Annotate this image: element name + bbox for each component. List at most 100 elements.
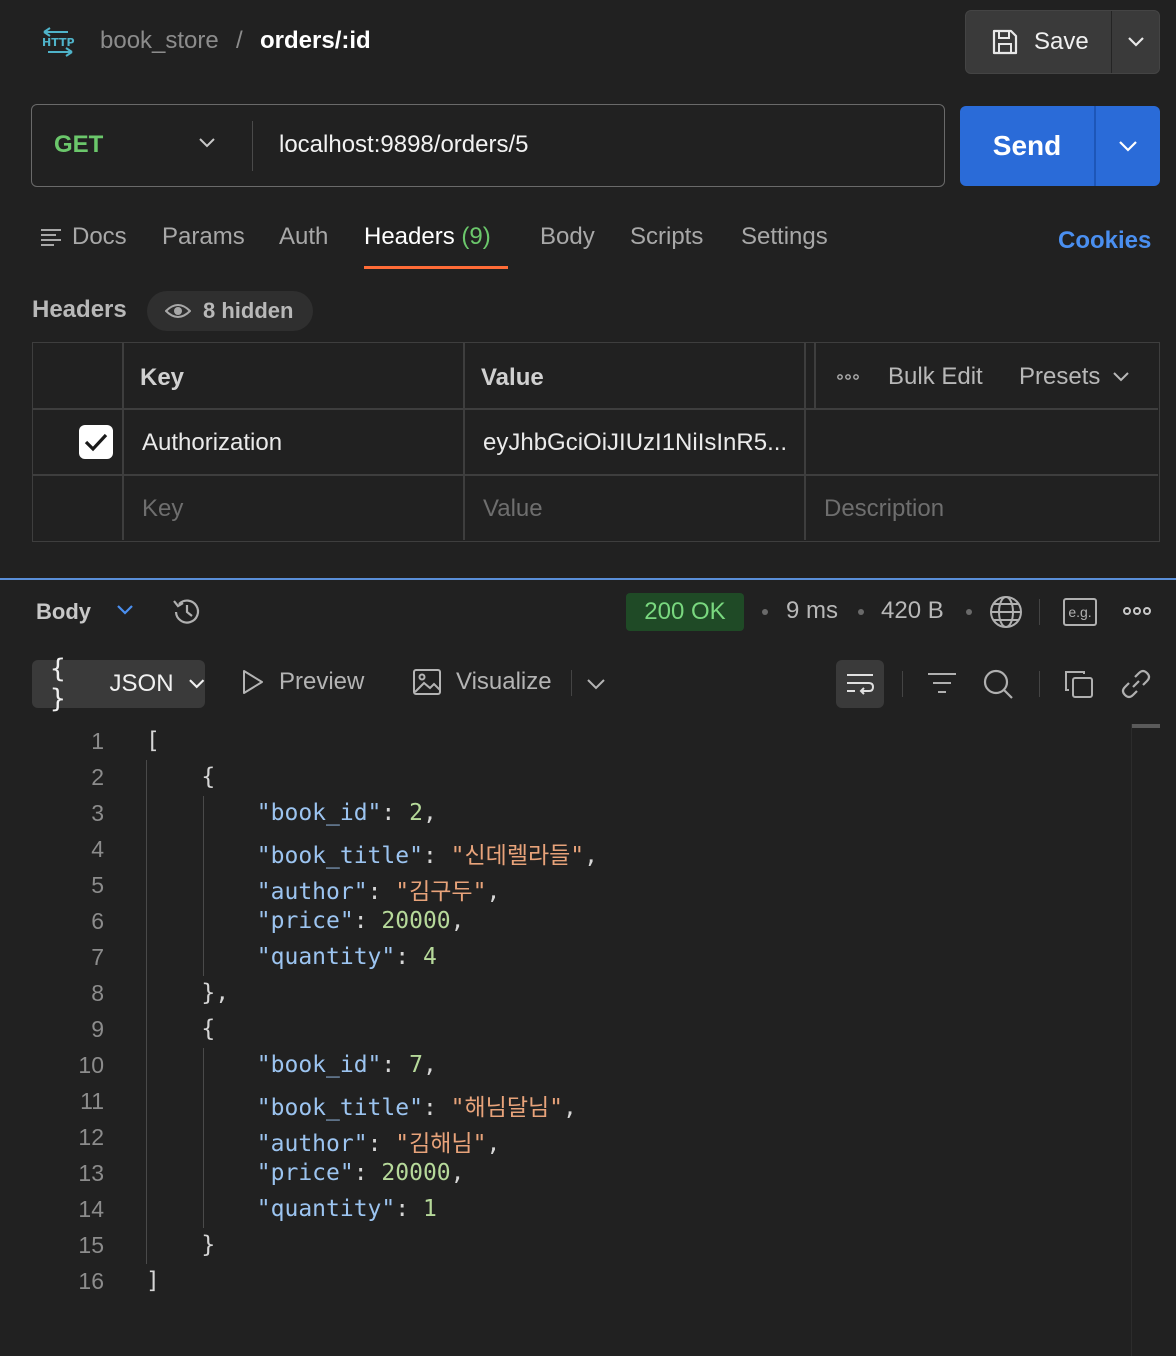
response-time[interactable]: 9 ms xyxy=(786,597,838,625)
save-icon xyxy=(990,27,1020,57)
chevron-down-icon xyxy=(1119,141,1137,152)
scrollbar-thumb[interactable] xyxy=(1132,724,1160,728)
separator-dot xyxy=(966,609,972,615)
breadcrumb-separator: / xyxy=(236,27,243,54)
eye-icon xyxy=(165,304,191,318)
row-divider xyxy=(33,408,1158,410)
column-divider xyxy=(814,343,816,409)
line-number: 2 xyxy=(91,764,104,790)
chevron-down-icon xyxy=(188,679,204,689)
preview-label: Preview xyxy=(279,668,365,695)
divider xyxy=(902,671,903,697)
code-line: "author": "김구두", xyxy=(256,879,501,905)
chevron-down-icon[interactable] xyxy=(586,678,606,690)
column-divider xyxy=(804,343,806,540)
visualize-button[interactable]: Visualize xyxy=(412,668,552,696)
code-line: { xyxy=(146,764,216,790)
tab-headers[interactable]: Headers (9) xyxy=(364,223,491,251)
line-number: 12 xyxy=(78,1124,104,1150)
active-tab-indicator xyxy=(364,266,508,269)
response-size[interactable]: 420 B xyxy=(881,597,944,625)
history-icon[interactable] xyxy=(170,595,204,629)
tab-label: Docs xyxy=(72,223,127,250)
chevron-down-icon[interactable] xyxy=(198,137,216,149)
format-label: JSON xyxy=(109,670,174,697)
chevron-down-icon[interactable] xyxy=(116,604,134,616)
code-line: "quantity": 4 xyxy=(256,944,437,970)
docs-icon xyxy=(41,229,61,246)
http-icon: HTTP xyxy=(40,26,76,58)
line-number: 16 xyxy=(78,1268,104,1294)
headers-table: Key Value Bulk Edit Presets Authorizatio… xyxy=(32,342,1160,542)
indent-guide xyxy=(203,1048,204,1228)
new-description-input[interactable]: Description xyxy=(824,495,944,523)
cookies-link[interactable]: Cookies xyxy=(1058,227,1151,255)
response-section-select[interactable]: Body xyxy=(36,599,91,625)
code-line: [ xyxy=(146,728,160,754)
line-number: 5 xyxy=(91,872,104,898)
new-value-input[interactable]: Value xyxy=(483,495,543,523)
save-button[interactable]: Save xyxy=(966,11,1111,73)
line-number: 4 xyxy=(91,836,104,862)
tab-auth[interactable]: Auth xyxy=(279,223,328,251)
indent-guide xyxy=(203,796,204,976)
tab-docs[interactable]: Docs xyxy=(40,223,127,251)
header-value-cell[interactable]: eyJhbGciOiJIUzI1NiIsInR5... xyxy=(483,429,787,457)
example-button[interactable]: e.g. xyxy=(1063,598,1097,626)
filter-icon[interactable] xyxy=(927,670,957,696)
tab-settings[interactable]: Settings xyxy=(741,223,828,251)
divider xyxy=(1039,671,1040,697)
presets-dropdown[interactable]: Presets xyxy=(1019,363,1130,391)
send-options-button[interactable] xyxy=(1096,106,1160,186)
separator-dot xyxy=(762,609,768,615)
hidden-headers-toggle[interactable]: 8 hidden xyxy=(147,291,314,331)
divider xyxy=(1039,599,1040,625)
code-line: "book_title": "신데렐라들", xyxy=(256,843,599,869)
separator-dot xyxy=(858,609,864,615)
line-number: 6 xyxy=(91,908,104,934)
svg-text:HTTP: HTTP xyxy=(42,36,75,49)
word-wrap-toggle[interactable] xyxy=(836,660,884,708)
code-line: "price": 20000, xyxy=(256,1160,465,1186)
copy-icon[interactable] xyxy=(1064,669,1094,699)
search-icon[interactable] xyxy=(982,668,1014,700)
preview-button[interactable]: Preview xyxy=(241,668,364,696)
request-name[interactable]: orders/:id xyxy=(260,27,371,55)
divider xyxy=(571,670,572,696)
line-number: 7 xyxy=(91,944,104,970)
chevron-down-icon xyxy=(1113,372,1130,382)
save-options-button[interactable] xyxy=(1112,11,1160,73)
request-url-bar: GET localhost:9898/orders/5 xyxy=(31,104,945,187)
header-key-cell[interactable]: Authorization xyxy=(142,429,282,457)
line-number: 13 xyxy=(78,1160,104,1186)
column-divider xyxy=(463,343,465,540)
new-key-input[interactable]: Key xyxy=(142,495,183,523)
line-number: 8 xyxy=(91,980,104,1006)
more-options-icon[interactable] xyxy=(1122,601,1152,621)
code-line: "book_id": 7, xyxy=(256,1052,437,1078)
method-select[interactable]: GET xyxy=(54,131,103,159)
code-line: "book_id": 2, xyxy=(256,800,437,826)
format-select[interactable]: { } JSON xyxy=(32,654,205,714)
status-badge[interactable]: 200 OK xyxy=(626,593,744,631)
line-number: 3 xyxy=(91,800,104,826)
panel-divider[interactable] xyxy=(0,578,1176,580)
tab-scripts[interactable]: Scripts xyxy=(630,223,703,251)
scrollbar-track[interactable] xyxy=(1131,724,1132,1356)
more-options-icon[interactable] xyxy=(836,365,860,389)
line-number: 15 xyxy=(78,1232,104,1258)
url-input[interactable]: localhost:9898/orders/5 xyxy=(279,131,529,159)
code-line: } xyxy=(146,1232,216,1258)
link-icon[interactable] xyxy=(1120,668,1152,700)
breadcrumb-collection[interactable]: book_store xyxy=(100,27,219,55)
visualize-label: Visualize xyxy=(456,668,552,695)
tab-body[interactable]: Body xyxy=(540,223,595,251)
globe-icon[interactable] xyxy=(988,594,1024,630)
send-button[interactable]: Send xyxy=(960,106,1094,186)
column-divider xyxy=(122,343,124,540)
bulk-edit-button[interactable]: Bulk Edit xyxy=(888,363,983,391)
tab-params[interactable]: Params xyxy=(162,223,245,251)
line-number: 10 xyxy=(78,1052,104,1078)
line-number: 11 xyxy=(80,1088,104,1114)
header-enabled-checkbox[interactable] xyxy=(79,425,113,459)
